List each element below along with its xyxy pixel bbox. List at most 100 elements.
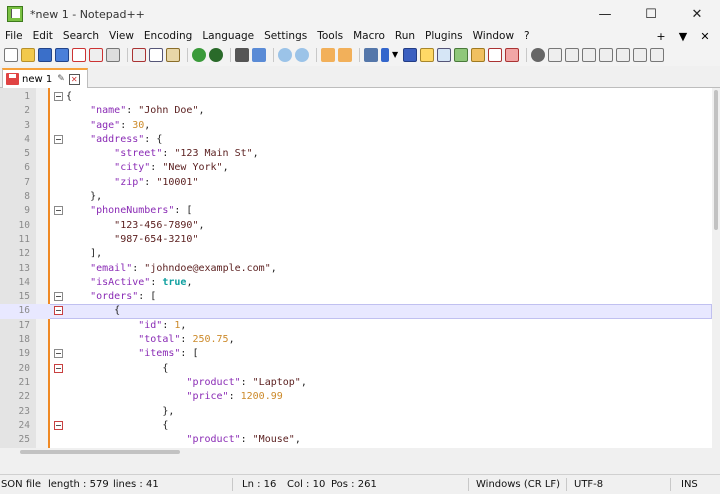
macro-record-icon[interactable] [531, 48, 545, 62]
paste-icon[interactable] [166, 48, 180, 62]
save-all-icon[interactable] [55, 48, 69, 62]
toolbar-overflow-icon[interactable] [650, 48, 664, 62]
fold-toggle-icon[interactable] [54, 420, 63, 430]
code-line[interactable]: 7 "zip": "10001" [0, 176, 712, 190]
code-line[interactable]: 18 "total": 250.75, [0, 333, 712, 347]
code-line[interactable]: 3 "age": 30, [0, 119, 712, 133]
close-file-icon[interactable] [72, 48, 86, 62]
menu-help[interactable]: ? [519, 30, 535, 42]
fold-toggle-icon[interactable] [54, 349, 63, 359]
copy-icon[interactable] [149, 48, 163, 62]
code-line[interactable]: 10 "123-456-7890", [0, 219, 712, 233]
macro-save-icon[interactable] [616, 48, 630, 62]
menu-edit[interactable]: Edit [28, 30, 58, 42]
code-line[interactable]: 23 }, [0, 405, 712, 419]
code-line[interactable]: 9 "phoneNumbers": [ [0, 204, 712, 218]
code-line[interactable]: 20 { [0, 362, 712, 376]
dropdown-arrow-icon[interactable]: ▼ [392, 48, 400, 62]
fold-toggle-icon[interactable] [54, 292, 63, 302]
status-encoding[interactable]: UTF-8 [574, 479, 603, 490]
menu-file[interactable]: File [0, 30, 28, 42]
editor-area[interactable]: 1{2 "name": "John Doe", 3 "age": 30, 4 "ad… [0, 88, 720, 456]
macro-extra-icon[interactable] [633, 48, 647, 62]
horizontal-scrollbar[interactable] [0, 448, 712, 456]
fold-toggle-icon[interactable] [54, 363, 63, 373]
document-map-icon[interactable] [437, 48, 451, 62]
code-line[interactable]: 4 "address": { [0, 133, 712, 147]
line-number: 24 [18, 419, 30, 431]
code-line[interactable]: 19 "items": [ [0, 347, 712, 361]
close-document-icon[interactable]: ✕ [694, 30, 716, 43]
replace-icon[interactable] [252, 48, 266, 62]
undo-icon[interactable] [192, 48, 206, 62]
folder-as-workspace-icon[interactable] [471, 48, 485, 62]
indent-guide-icon[interactable] [403, 48, 417, 62]
menu-search[interactable]: Search [58, 30, 104, 42]
cut-icon[interactable] [132, 48, 146, 62]
save-icon[interactable] [38, 48, 52, 62]
close-all-icon[interactable] [89, 48, 103, 62]
find-icon[interactable] [235, 48, 249, 62]
macro-run-multiple-icon[interactable] [599, 48, 613, 62]
code-line[interactable]: 17 "id": 1, [0, 319, 712, 333]
pin-icon[interactable]: ✎ [57, 74, 65, 84]
function-list-icon[interactable] [454, 48, 468, 62]
code-line[interactable]: 12 ], [0, 247, 712, 261]
vertical-scroll-thumb[interactable] [714, 90, 718, 230]
new-file-icon[interactable] [4, 48, 18, 62]
code-line[interactable]: 2 "name": "John Doe", [0, 104, 712, 118]
fold-toggle-icon[interactable] [54, 92, 63, 101]
macro-stop-icon[interactable] [565, 48, 579, 62]
fold-toggle-icon[interactable] [54, 306, 63, 316]
status-insert-mode[interactable]: INS [681, 479, 698, 490]
code-line[interactable]: 24 { [0, 419, 712, 433]
zoom-out-icon[interactable] [295, 48, 309, 62]
close-button[interactable]: ✕ [674, 0, 720, 28]
macro-start-icon[interactable] [548, 48, 562, 62]
menu-encoding[interactable]: Encoding [139, 30, 197, 42]
code-line[interactable]: 1{ [0, 90, 712, 104]
vertical-scrollbar[interactable] [712, 88, 720, 456]
menu-macro[interactable]: Macro [348, 30, 390, 42]
show-all-characters-icon[interactable] [381, 48, 389, 62]
print-icon[interactable] [106, 48, 120, 62]
status-eol-format[interactable]: Windows (CR LF) [476, 479, 560, 490]
code-line[interactable]: 25 "product": "Mouse", [0, 433, 712, 447]
tab-new-1[interactable]: new 1 ✎ ✕ [2, 68, 88, 88]
code-line[interactable]: 6 "city": "New York", [0, 161, 712, 175]
minimize-button[interactable]: — [582, 0, 628, 28]
fold-toggle-icon[interactable] [54, 206, 63, 216]
zoom-in-icon[interactable] [278, 48, 292, 62]
word-wrap-icon[interactable] [364, 48, 378, 62]
new-tab-plus-icon[interactable]: + [650, 30, 672, 43]
code-line[interactable]: 15 "orders": [ [0, 290, 712, 304]
code-line[interactable]: 22 "price": 1200.99 [0, 390, 712, 404]
menu-tools[interactable]: Tools [312, 30, 348, 42]
fold-toggle-icon[interactable] [54, 134, 63, 144]
code-line[interactable]: 16 { [0, 304, 712, 320]
menu-settings[interactable]: Settings [259, 30, 312, 42]
horizontal-scroll-thumb[interactable] [20, 450, 180, 454]
menu-view[interactable]: View [104, 30, 139, 42]
menu-window[interactable]: Window [468, 30, 519, 42]
tab-list-dropdown-icon[interactable]: ▼ [672, 30, 694, 43]
code-line[interactable]: 21 "product": "Laptop", [0, 376, 712, 390]
sync-horizontal-icon[interactable] [338, 48, 352, 62]
code-line[interactable]: 13 "email": "johndoe@example.com", [0, 262, 712, 276]
menu-plugins[interactable]: Plugins [420, 30, 468, 42]
redo-icon[interactable] [209, 48, 223, 62]
code-line[interactable]: 8 }, [0, 190, 712, 204]
maximize-button[interactable]: ☐ [628, 0, 674, 28]
monitoring-icon[interactable] [488, 48, 502, 62]
code-line[interactable]: 11 "987-654-3210" [0, 233, 712, 247]
udl-icon[interactable] [420, 48, 434, 62]
document-list-icon[interactable] [505, 48, 519, 62]
menu-run[interactable]: Run [390, 30, 420, 42]
code-line[interactable]: 14 "isActive": true, [0, 276, 712, 290]
tab-close-icon[interactable]: ✕ [68, 73, 80, 85]
macro-play-icon[interactable] [582, 48, 596, 62]
open-file-icon[interactable] [21, 48, 35, 62]
menu-language[interactable]: Language [197, 30, 259, 42]
sync-vertical-icon[interactable] [321, 48, 335, 62]
code-line[interactable]: 5 "street": "123 Main St", [0, 147, 712, 161]
